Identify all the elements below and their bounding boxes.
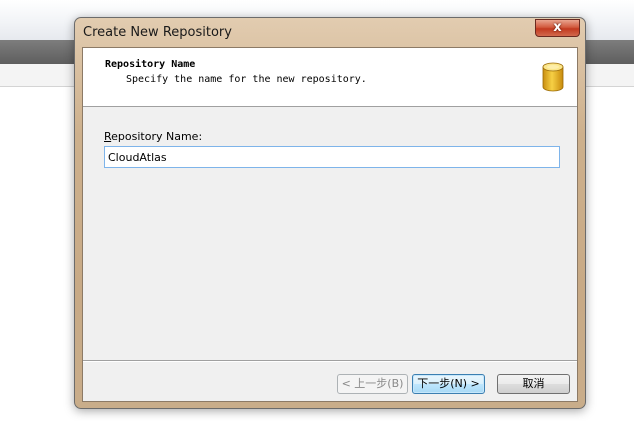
repository-name-input[interactable] — [104, 146, 560, 168]
database-icon — [542, 62, 564, 92]
label-text: epository Name: — [111, 130, 203, 143]
dialog-title: Create New Repository — [83, 25, 232, 40]
create-repository-dialog: Create New Repository x Repository Name … — [74, 17, 586, 409]
wizard-header: Repository Name Specify the name for the… — [83, 48, 577, 107]
button-area-divider — [83, 360, 577, 362]
repository-name-label: Repository Name: — [104, 130, 202, 143]
wizard-header-subtitle: Specify the name for the new repository. — [126, 74, 367, 85]
wizard-header-title: Repository Name — [105, 59, 196, 70]
next-button[interactable]: 下一步(N) > — [412, 374, 485, 394]
close-button[interactable]: x — [535, 19, 580, 37]
back-button[interactable]: < 上一步(B) — [337, 374, 408, 394]
dialog-client-area: Repository Name Specify the name for the… — [82, 47, 578, 402]
cancel-button[interactable]: 取消 — [497, 374, 570, 394]
